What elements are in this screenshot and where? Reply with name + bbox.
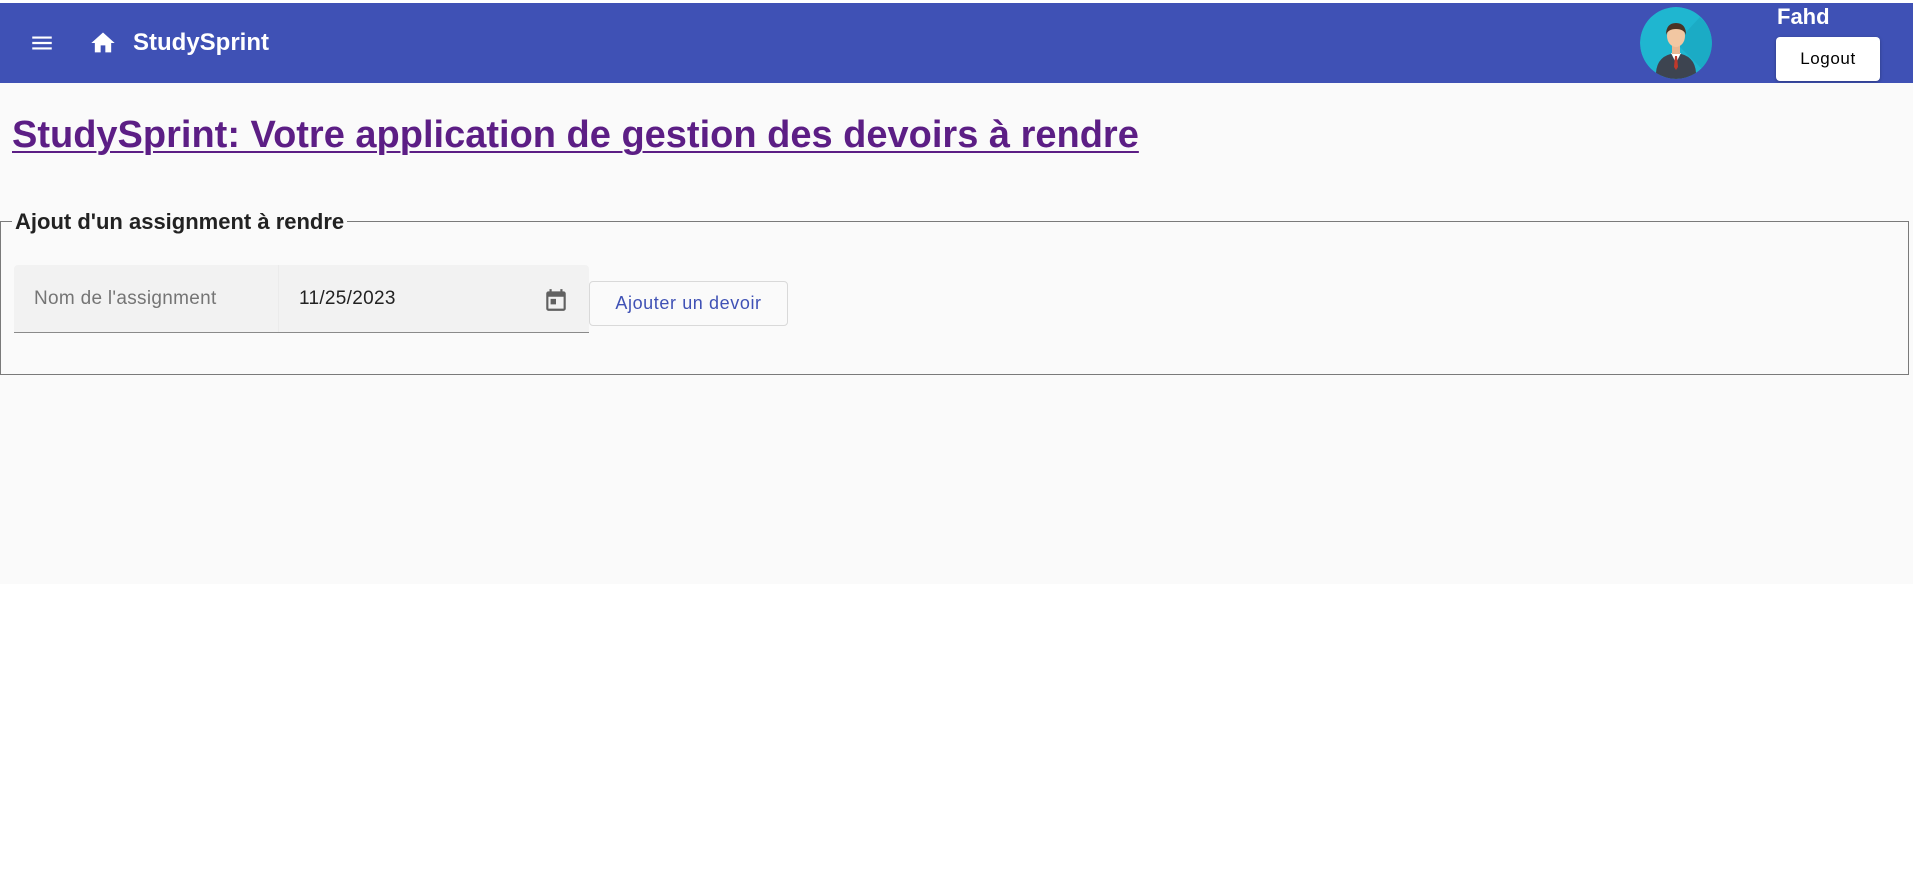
home-icon bbox=[91, 32, 115, 53]
assignment-name-input[interactable] bbox=[14, 265, 278, 332]
page-title-link[interactable]: StudySprint: Votre application de gestio… bbox=[12, 111, 1139, 159]
logout-button[interactable]: Logout bbox=[1776, 37, 1880, 81]
app-title: StudySprint bbox=[133, 29, 269, 56]
assignment-form-field: 11/25/2023 bbox=[14, 265, 589, 333]
add-assignment-button[interactable]: Ajouter un devoir bbox=[589, 281, 788, 326]
user-name: Fahd bbox=[1777, 4, 1830, 29]
fieldset-legend: Ajout d'un assignment à rendre bbox=[12, 209, 348, 235]
user-avatar-icon bbox=[1640, 7, 1712, 79]
menu-button[interactable] bbox=[22, 23, 62, 63]
field-divider bbox=[278, 265, 279, 332]
add-assignment-fieldset: Ajout d'un assignment à rendre 11/25/202… bbox=[0, 209, 1909, 375]
menu-icon bbox=[32, 36, 52, 50]
main-content: StudySprint: Votre application de gestio… bbox=[0, 83, 1913, 584]
calendar-icon bbox=[546, 289, 566, 311]
calendar-button[interactable] bbox=[541, 285, 571, 315]
home-button[interactable] bbox=[83, 23, 123, 63]
due-date-input[interactable]: 11/25/2023 bbox=[299, 287, 396, 311]
avatar[interactable] bbox=[1640, 7, 1712, 79]
top-toolbar: StudySprint Fahd Logout bbox=[0, 3, 1913, 83]
